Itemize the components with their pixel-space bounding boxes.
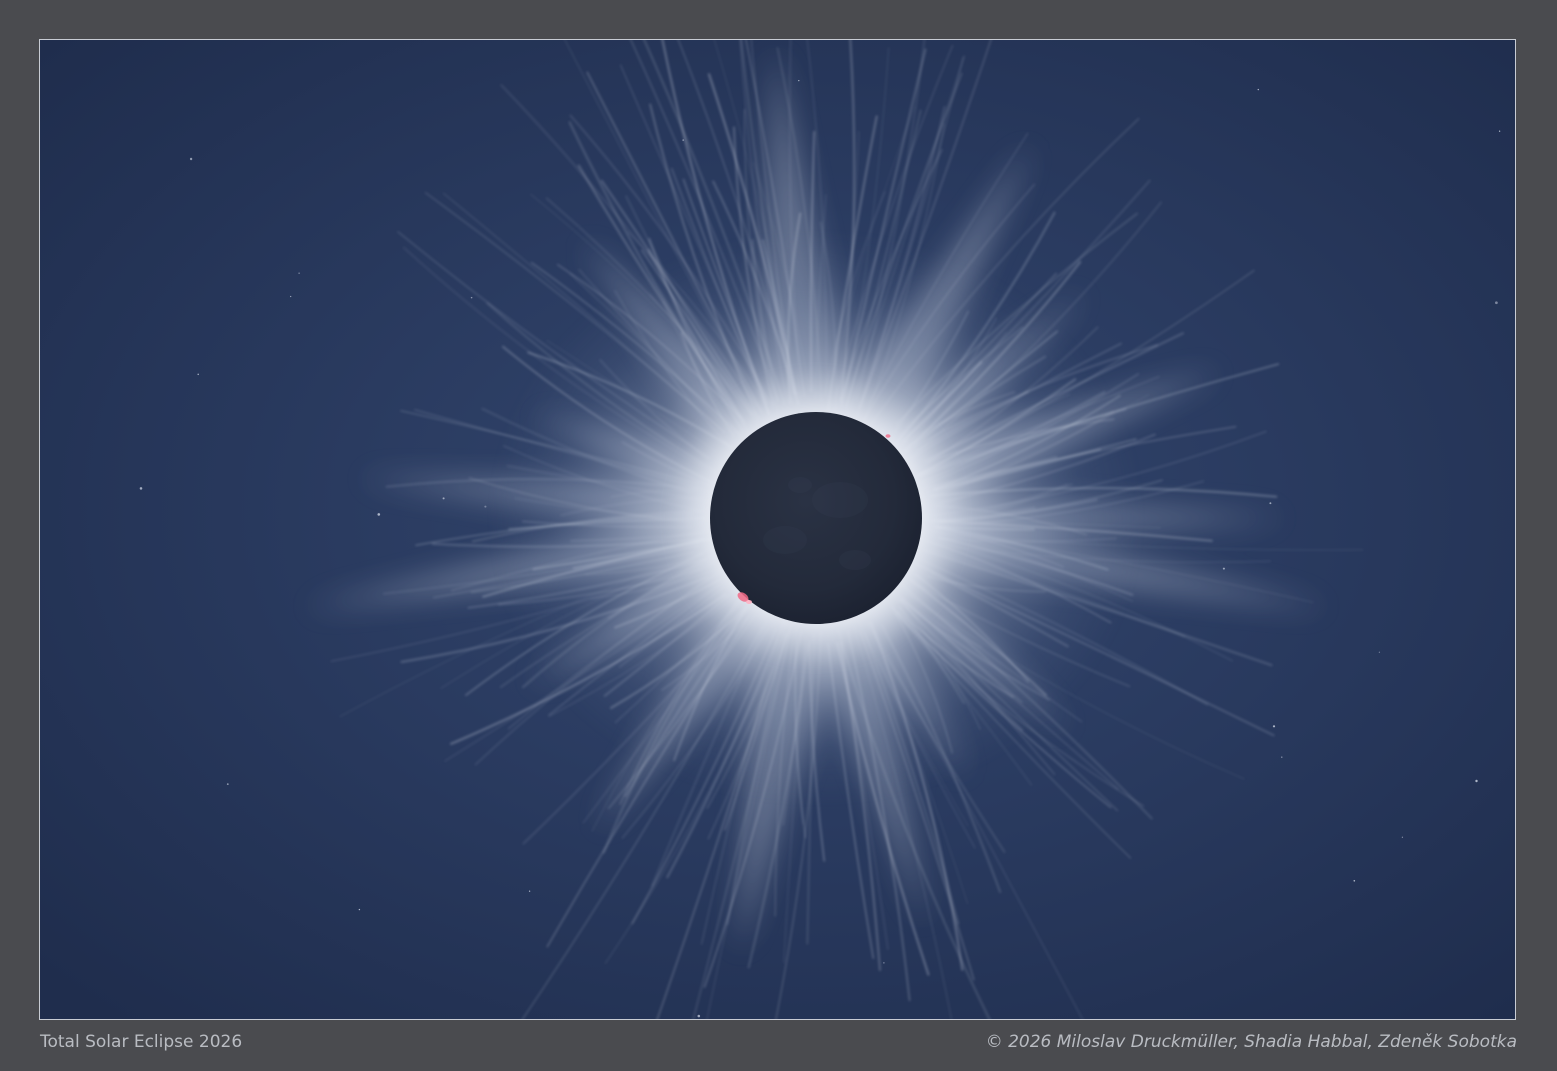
star (377, 513, 381, 516)
star (1272, 725, 1276, 728)
star (442, 497, 445, 500)
star (470, 296, 473, 299)
star (197, 373, 199, 376)
star (189, 157, 193, 161)
star (1257, 88, 1259, 91)
star (1269, 502, 1272, 505)
star (1498, 130, 1501, 132)
star (682, 139, 685, 141)
star (1222, 567, 1225, 570)
star (883, 962, 885, 964)
star (358, 908, 361, 911)
star (528, 890, 531, 892)
star (1495, 301, 1498, 305)
star (1281, 756, 1283, 758)
star (1401, 836, 1404, 838)
star (290, 295, 292, 298)
star (298, 272, 300, 274)
image-credit: © 2026 Miloslav Druckmüller, Shadia Habb… (985, 1032, 1517, 1052)
star (139, 487, 143, 490)
star (1378, 651, 1381, 653)
star (1353, 879, 1356, 882)
moon-disk (710, 412, 922, 624)
image-title: Total Solar Eclipse 2026 (40, 1032, 243, 1052)
eclipse-photo (39, 39, 1516, 1020)
star (484, 505, 487, 508)
star (697, 1014, 701, 1018)
star (226, 783, 229, 785)
star (798, 79, 800, 82)
page-frame: Total Solar Eclipse 2026 © 2026 Miloslav… (0, 0, 1557, 1071)
eclipse-image (40, 40, 1515, 1019)
star (1475, 779, 1478, 783)
